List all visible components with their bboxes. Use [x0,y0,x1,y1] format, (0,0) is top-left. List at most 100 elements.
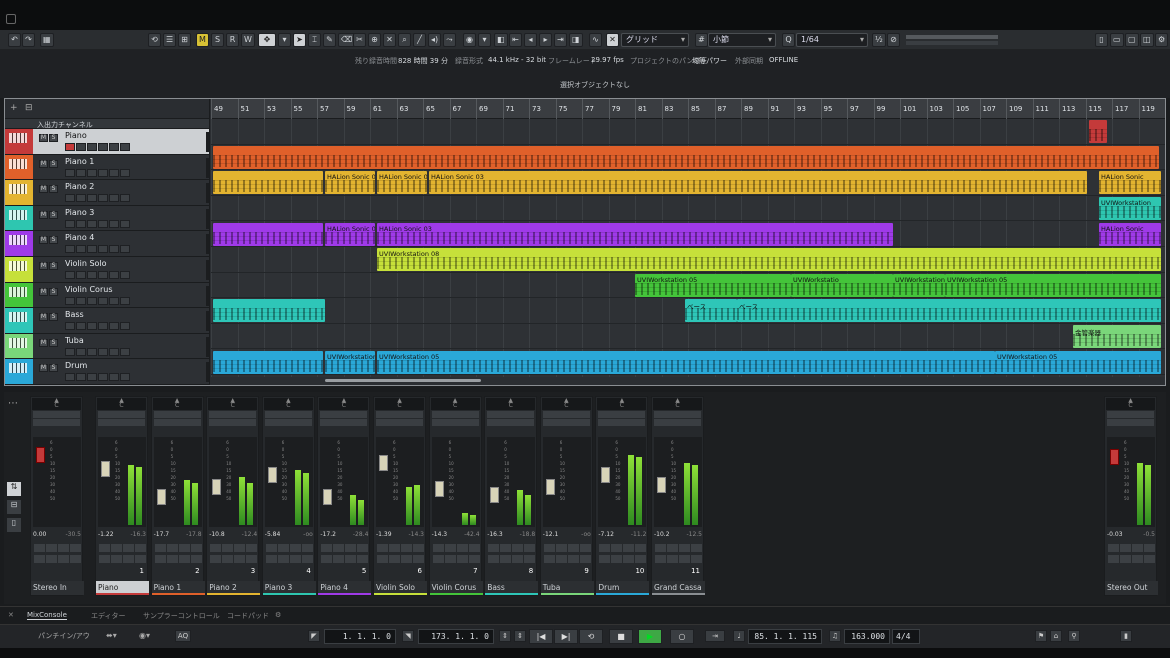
layout-bottom-icon[interactable]: ▭ [1110,33,1124,47]
solo-button[interactable]: S [49,261,58,270]
strip-btn[interactable] [301,555,313,563]
track-row[interactable]: M S Piano 1 [5,154,209,181]
mute-solo-row[interactable] [209,411,257,418]
strip-buttons[interactable] [654,543,702,563]
iterative-quantize-icon[interactable]: ½ [872,33,886,47]
sync-icon[interactable]: ⬌▾ [106,631,117,640]
write-button[interactable] [120,322,130,331]
track-lane[interactable] [211,324,1165,350]
strip-btn[interactable] [321,544,333,552]
edit-button[interactable] [87,347,97,356]
strip-btn[interactable] [46,555,57,563]
strip-btn[interactable] [357,555,369,563]
layout-panel-icon[interactable]: ◫ [1140,33,1154,47]
strip-btn[interactable] [345,544,357,552]
listen-row[interactable] [98,419,145,426]
mute-solo-row[interactable] [264,411,312,418]
input-routing[interactable]: ▲ C [97,398,146,410]
monitor-button[interactable] [76,245,86,254]
lanes-button[interactable] [98,270,108,279]
channel-strip[interactable]: ▲ C 6 0 5 10 15 20 30 40 50 -10.8 -12.4 3 Piano 2 [206,396,261,596]
strip-btn[interactable] [468,544,480,552]
auto-quantize-button[interactable]: AQ [175,630,191,642]
strip-btn[interactable] [655,555,666,563]
snap-on-icon[interactable]: ✕ [606,33,619,47]
pointer-tool-icon[interactable]: ➤ [293,33,306,47]
listen-row[interactable] [431,419,479,426]
record-enable-button[interactable] [65,168,75,177]
strip-btn[interactable] [691,544,702,552]
strip-btn[interactable] [178,555,190,563]
metronome-icon[interactable]: ◉▾ [139,631,150,640]
color-tool-icon[interactable]: ◉ [463,33,476,47]
strip-btn[interactable] [413,544,424,552]
gear-icon[interactable]: ⚙ [275,611,281,619]
input-routing[interactable]: ▲ C [208,398,258,410]
fader-cap[interactable] [36,447,45,463]
strip-btn[interactable] [210,544,222,552]
go-to-start-button[interactable]: |◀ [529,629,553,644]
tempo-field[interactable]: 163.000 [844,629,890,644]
listen-row[interactable] [320,419,368,426]
track-mute-solo[interactable]: MS [39,286,61,296]
monitor-button[interactable] [76,347,86,356]
record-enable-button[interactable] [65,219,75,228]
strip-btn[interactable] [210,555,222,563]
record-enable-button[interactable] [65,270,75,279]
split-tool-icon[interactable]: ✂ [353,33,366,47]
strip-btn[interactable] [166,555,178,563]
mixer-lock-icon[interactable]: ▯ [7,518,21,532]
strip-btn[interactable] [543,544,555,552]
fader-cap[interactable] [101,461,110,477]
time-format-icon[interactable]: ♩ [733,630,745,642]
fader-cap[interactable] [545,479,555,495]
strip-btn[interactable] [377,555,388,563]
input-routing[interactable]: ▲ C [486,398,536,410]
strip-btn[interactable] [679,555,690,563]
channel-strip[interactable]: ▲ C 6 0 5 10 15 20 30 40 50 -17.2 -28.4 5 Piano 4 [317,396,372,596]
track-controls[interactable] [65,322,160,331]
channel-strip[interactable]: ▲ C 6 0 5 10 15 20 30 40 50 -16.3 -18.8 8 Bass [484,396,539,596]
strip-btn[interactable] [488,555,500,563]
list-icon[interactable]: ☰ [163,33,177,47]
solo-button[interactable]: S [49,185,58,194]
track-row[interactable]: M S Drum [5,359,209,385]
strip-buttons[interactable] [209,543,258,563]
record-enable-button[interactable] [65,194,75,203]
read-button[interactable] [109,322,119,331]
range-tool-icon[interactable]: ⌶ [308,33,321,47]
right-locator-field[interactable]: 173. 1. 1. 0 [418,629,494,644]
track-row[interactable]: M S Violin Solo [5,256,209,283]
strip-btn[interactable] [432,555,444,563]
strip-btn[interactable] [599,555,611,563]
go-to-end-button[interactable]: ▶| [554,629,578,644]
strip-btn[interactable] [1120,555,1131,563]
strip-btn[interactable] [667,555,678,563]
read-button[interactable] [109,194,119,203]
input-routing[interactable]: ▲ C [32,398,81,410]
strip-btn[interactable] [524,544,536,552]
write-button[interactable] [120,194,130,203]
tab-mixconsole[interactable]: MixConsole [27,611,67,620]
midi-event[interactable]: UVIWorkstation 05 [635,273,791,297]
fader-cap[interactable] [323,489,333,505]
tab-chord-pads[interactable]: コードパッド [227,611,269,621]
channel-strip[interactable]: ▲ C 6 0 5 10 15 20 30 40 50 -7.12 -11.2 10 Drum [595,396,650,596]
quantize-preset-icon[interactable]: ⊘ [887,33,900,47]
track-mute-solo[interactable]: MS [39,132,61,142]
right-locator-icon[interactable]: ◥ [402,630,414,642]
midi-event[interactable]: UVIWorkstatio [791,273,893,297]
solo-button[interactable]: S [49,159,58,168]
strip-buttons[interactable] [543,543,591,563]
strip-buttons[interactable] [154,543,202,563]
monitor-button[interactable] [76,143,86,151]
fader-area[interactable]: 6 0 5 10 15 20 30 40 50 [598,437,647,527]
midi-event[interactable] [1089,120,1107,144]
strip-btn[interactable] [234,544,246,552]
input-routing[interactable]: ▲ C [1106,398,1155,410]
listen-row[interactable] [654,419,701,426]
monitor-button[interactable] [76,168,86,177]
input-routing[interactable]: ▲ C [375,398,424,410]
midi-event[interactable] [213,145,1159,169]
strip-btn[interactable] [389,544,400,552]
